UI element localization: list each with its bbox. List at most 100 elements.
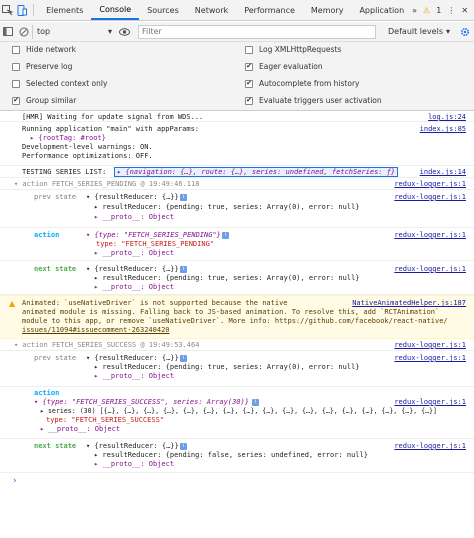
option-label: Preserve log [26, 62, 73, 71]
object-property[interactable]: ▸ series: (30) [{…}, {…}, {…}, {…}, {…},… [40, 407, 437, 415]
chevron-down-icon: ▾ [445, 27, 450, 36]
source-link[interactable]: redux-logger.js:1 [394, 398, 466, 406]
object-preview[interactable]: ▾ {type: "FETCH_SERIES_SUCCESS", series:… [34, 398, 249, 406]
object-property[interactable]: ▸ __proto__: Object [94, 460, 174, 468]
object-preview[interactable]: ▾ {type: "FETCH_SERIES_PENDING"} [86, 231, 221, 239]
option-label: Autocomplete from history [259, 79, 360, 88]
object-property[interactable]: ▸ __proto__: Object [94, 249, 174, 257]
object-preview[interactable]: ▾ {resultReducer: {…}} [86, 193, 179, 201]
clear-console-icon[interactable] [16, 27, 32, 37]
object-property[interactable]: ▸ resultReducer: {pending: true, series:… [94, 274, 360, 282]
option-group-similar[interactable]: ✔ Group similar [12, 96, 76, 105]
log-text: Running application "main" with appParam… [22, 125, 200, 133]
prev-state-label: prev state [34, 193, 77, 201]
log-message: action ▾ {type: "FETCH_SERIES_SUCCESS", … [0, 387, 474, 439]
tab-network[interactable]: Network [187, 0, 236, 20]
action-label: action [34, 389, 60, 397]
group-header-text[interactable]: ▾ action FETCH_SERIES_SUCCESS @ 19:49:53… [14, 341, 199, 349]
sidebar-toggle-icon[interactable] [0, 27, 16, 36]
option-selected-context-only[interactable]: Selected context only [12, 79, 107, 88]
option-eager-evaluation[interactable]: ✔ Eager evaluation [245, 62, 323, 71]
warning-link[interactable]: issues/11094#issuecomment-263240420 [22, 326, 170, 334]
checkbox-checked[interactable]: ✔ [12, 96, 20, 105]
source-link[interactable]: NativeAnimatedHelper.js:187 [352, 299, 466, 307]
tab-elements[interactable]: Elements [38, 0, 91, 20]
tab-sources[interactable]: Sources [139, 0, 187, 20]
object-preview[interactable]: ▸ {rootTag: #root} [30, 134, 106, 142]
checkbox[interactable] [245, 45, 253, 54]
more-tabs-button[interactable]: » [412, 6, 417, 15]
tab-performance[interactable]: Performance [236, 0, 303, 20]
object-preview[interactable]: ▸ {navigation: {…}, route: {…}, series: … [114, 167, 399, 177]
console-prompt[interactable]: › [0, 473, 474, 489]
log-group-header[interactable]: ▾ action FETCH_SERIES_PENDING @ 19:49:46… [0, 178, 474, 190]
action-label: action [34, 231, 60, 239]
log-message: Running application "main" with appParam… [0, 122, 474, 166]
option-label: Eager evaluation [259, 62, 323, 71]
checkbox-checked[interactable]: ✔ [245, 62, 253, 71]
inspect-element-icon[interactable] [0, 0, 15, 20]
option-evaluate-triggers-user-activation[interactable]: ✔ Evaluate triggers user activation [245, 96, 382, 105]
context-select[interactable]: top ▾ [32, 24, 116, 39]
warning-text: Animated: `useNativeDriver` is not suppo… [22, 299, 288, 307]
console-toolbar: top ▾ Default levels ▾ [0, 22, 474, 42]
checkbox-checked[interactable]: ✔ [245, 79, 253, 88]
object-property[interactable]: ▸ resultReducer: {pending: false, series… [94, 451, 368, 459]
source-link[interactable]: redux-logger.js:1 [394, 193, 466, 201]
option-autocomplete-from-history[interactable]: ✔ Autocomplete from history [245, 79, 359, 88]
warning-icon[interactable]: ⚠ [423, 6, 430, 15]
tabbar-divider [33, 4, 35, 16]
checkbox[interactable] [12, 79, 20, 88]
object-preview[interactable]: ▾ {resultReducer: {…}} [86, 265, 179, 273]
filter-input[interactable] [138, 24, 377, 39]
object-property[interactable]: ▸ __proto__: Object [94, 372, 174, 380]
object-property[interactable]: ▸ __proto__: Object [94, 213, 174, 221]
object-property: type: "FETCH_SERIES_SUCCESS" [46, 416, 165, 424]
devtools-tabbar: Elements Console Sources Network Perform… [0, 0, 474, 21]
tab-application[interactable]: Application [351, 0, 412, 20]
source-link[interactable]: redux-logger.js:1 [394, 442, 466, 450]
object-preview[interactable]: ▾ {resultReducer: {…}} [86, 354, 179, 362]
checkbox[interactable] [12, 62, 20, 71]
option-preserve-log[interactable]: Preserve log [12, 62, 72, 71]
option-label: Selected context only [26, 79, 108, 88]
warning-icon: ▲ [9, 299, 16, 308]
log-message: prev state ▾ {resultReducer: {…}} i ▸ re… [0, 351, 474, 387]
info-icon: i [180, 355, 187, 362]
checkbox-checked[interactable]: ✔ [245, 96, 253, 105]
log-message: [HMR] Waiting for update signal from WDS… [0, 111, 474, 122]
object-preview[interactable]: ▾ {resultReducer: {…}} [86, 442, 179, 450]
context-select-value: top [37, 27, 51, 36]
log-levels-dropdown[interactable]: Default levels ▾ [382, 27, 456, 36]
option-log-xmlhttprequests[interactable]: Log XMLHttpRequests [245, 45, 341, 54]
warning-text: module to this app, or remove `useNative… [22, 317, 448, 325]
object-property[interactable]: ▸ resultReducer: {pending: true, series:… [94, 203, 360, 211]
object-property[interactable]: ▸ resultReducer: {pending: true, series:… [94, 363, 360, 371]
close-icon[interactable]: ✕ [461, 6, 468, 15]
object-property[interactable]: ▸ __proto__: Object [94, 283, 174, 291]
log-text: Development-level warnings: ON. [22, 143, 153, 151]
option-label: Evaluate triggers user activation [259, 96, 382, 105]
object-property[interactable]: ▸ __proto__: Object [40, 425, 120, 433]
next-state-label: next state [34, 265, 77, 273]
source-link[interactable]: index.js:85 [420, 125, 466, 133]
kebab-menu-icon[interactable]: ⋮ [447, 6, 455, 15]
log-text: TESTING SERIES LIST: [22, 168, 107, 176]
settings-gear-icon[interactable] [456, 27, 474, 37]
live-expression-eye-icon[interactable] [116, 27, 132, 36]
source-link[interactable]: redux-logger.js:1 [394, 354, 466, 362]
log-group-header[interactable]: ▾ action FETCH_SERIES_SUCCESS @ 19:49:53… [0, 339, 474, 351]
source-link[interactable]: redux-logger.js:1 [394, 231, 466, 239]
source-link[interactable]: redux-logger.js:1 [394, 180, 466, 188]
checkbox[interactable] [12, 45, 20, 54]
option-hide-network[interactable]: Hide network [12, 45, 76, 54]
tab-memory[interactable]: Memory [303, 0, 352, 20]
source-link[interactable]: redux-logger.js:1 [394, 265, 466, 273]
source-link[interactable]: log.js:24 [428, 113, 466, 121]
tab-console[interactable]: Console [91, 0, 140, 20]
source-link[interactable]: index.js:14 [420, 168, 466, 176]
info-icon: i [222, 232, 229, 239]
group-header-text[interactable]: ▾ action FETCH_SERIES_PENDING @ 19:49:46… [14, 180, 199, 188]
device-toolbar-icon[interactable] [15, 0, 30, 20]
source-link[interactable]: redux-logger.js:1 [394, 341, 466, 349]
